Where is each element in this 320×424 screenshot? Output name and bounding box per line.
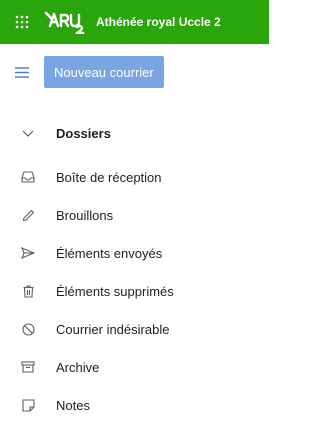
folder-label: Boîte de réception	[56, 169, 162, 185]
folder-label: Courrier indésirable	[56, 321, 170, 337]
folder-archive[interactable]: Archive	[0, 348, 269, 386]
organization-name: Athénée royal Uccle 2	[96, 15, 221, 29]
folder-drafts[interactable]: Brouillons	[0, 196, 269, 234]
app-launcher-button[interactable]	[0, 0, 44, 44]
folder-junk[interactable]: Courrier indésirable	[0, 310, 269, 348]
inbox-icon	[0, 171, 56, 183]
note-icon	[0, 398, 56, 412]
archive-icon	[0, 361, 56, 373]
folder-label: Notes	[56, 397, 90, 413]
folder-inbox[interactable]: Boîte de réception	[0, 158, 269, 196]
send-icon	[0, 247, 56, 259]
folder-label: Brouillons	[56, 207, 114, 223]
toolbar: Nouveau courrier	[0, 50, 269, 94]
block-icon	[0, 322, 56, 336]
new-mail-button[interactable]: Nouveau courrier	[44, 56, 164, 88]
hamburger-menu-icon	[15, 66, 29, 78]
folder-sent[interactable]: Éléments envoyés	[0, 234, 269, 272]
aru2-logo-mark	[44, 11, 85, 34]
folder-pane: Dossiers Boîte de réception Brouillons É…	[0, 114, 269, 424]
folder-label: Éléments envoyés	[56, 245, 163, 261]
brand-logo[interactable]: Athénée royal Uccle 2	[44, 10, 221, 34]
folder-label: Archive	[56, 359, 100, 375]
pencil-icon	[0, 209, 56, 222]
folder-deleted[interactable]: Éléments supprimés	[0, 272, 269, 310]
folders-section-label: Dossiers	[56, 125, 111, 141]
trash-icon	[0, 284, 56, 298]
folders-section-toggle[interactable]: Dossiers	[0, 114, 269, 152]
chevron-down-icon	[0, 130, 56, 137]
folder-label: Éléments supprimés	[56, 283, 174, 299]
top-bar: Athénée royal Uccle 2	[0, 0, 269, 44]
folder-notes[interactable]: Notes	[0, 386, 269, 424]
navigation-toggle-button[interactable]	[0, 50, 44, 94]
waffle-icon	[15, 15, 29, 29]
